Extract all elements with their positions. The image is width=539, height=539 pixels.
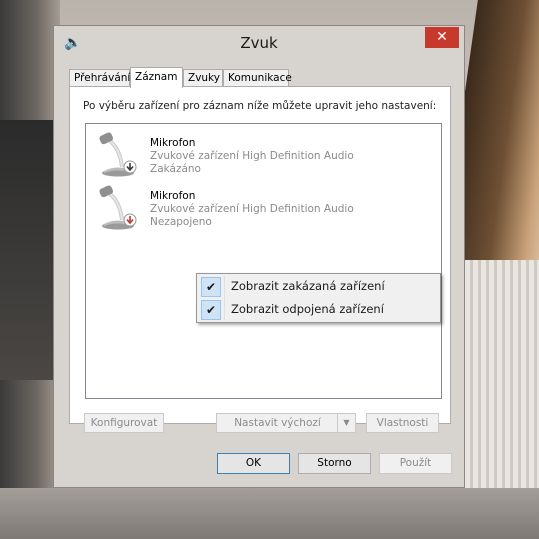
cancel-button[interactable]: Storno <box>298 453 371 474</box>
recording-panel: Po výběru zařízení pro záznam níže můžet… <box>69 86 451 433</box>
device-list[interactable]: Mikrofon Zvukové zařízení High Definitio… <box>85 123 442 399</box>
device-name: Mikrofon <box>150 137 196 149</box>
sound-dialog: 🔈 Zvuk ✕ Přehrávání Záznam Zvuky Komunik… <box>53 25 465 488</box>
device-name: Mikrofon <box>150 190 196 202</box>
microphone-icon <box>99 132 137 177</box>
menu-item-label: Zobrazit odpojená zařízení <box>231 302 384 316</box>
configure-button[interactable]: Konfigurovat <box>84 413 164 433</box>
context-menu: ✔ Zobrazit zakázaná zařízení ✔ Zobrazit … <box>196 273 441 323</box>
menu-item-show-disabled[interactable]: ✔ Zobrazit zakázaná zařízení <box>199 276 438 298</box>
window-title: Zvuk <box>240 34 278 52</box>
menu-item-show-disconnected[interactable]: ✔ Zobrazit odpojená zařízení <box>199 299 438 321</box>
menu-item-label: Zobrazit zakázaná zařízení <box>231 279 385 293</box>
check-icon: ✔ <box>201 277 221 297</box>
device-description: Zvukové zařízení High Definition Audio <box>150 203 354 215</box>
tab-recording[interactable]: Záznam <box>130 67 183 88</box>
title-bar[interactable]: 🔈 Zvuk ✕ <box>54 26 464 59</box>
microphone-icon <box>99 185 137 230</box>
device-description: Zvukové zařízení High Definition Audio <box>150 150 354 162</box>
tab-communications[interactable]: Komunikace <box>223 69 292 86</box>
panel-hint: Po výběru zařízení pro záznam níže můžet… <box>83 100 437 112</box>
set-default-button[interactable]: Nastavit výchozí ▼ <box>216 413 356 433</box>
tab-sounds[interactable]: Zvuky <box>183 69 223 86</box>
set-default-label: Nastavit výchozí <box>234 417 321 429</box>
tab-playback[interactable]: Přehrávání <box>69 69 130 86</box>
apply-button[interactable]: Použít <box>379 453 452 474</box>
check-icon: ✔ <box>201 300 221 320</box>
chevron-down-icon[interactable]: ▼ <box>337 414 355 432</box>
properties-button[interactable]: Vlastnosti <box>366 413 439 433</box>
ok-button[interactable]: OK <box>217 453 290 474</box>
list-item[interactable]: Mikrofon Zvukové zařízení High Definitio… <box>86 129 441 179</box>
list-item[interactable]: Mikrofon Zvukové zařízení High Definitio… <box>86 182 441 232</box>
close-button[interactable]: ✕ <box>425 27 459 48</box>
device-status: Zakázáno <box>150 163 201 175</box>
device-status: Nezapojeno <box>150 216 212 228</box>
